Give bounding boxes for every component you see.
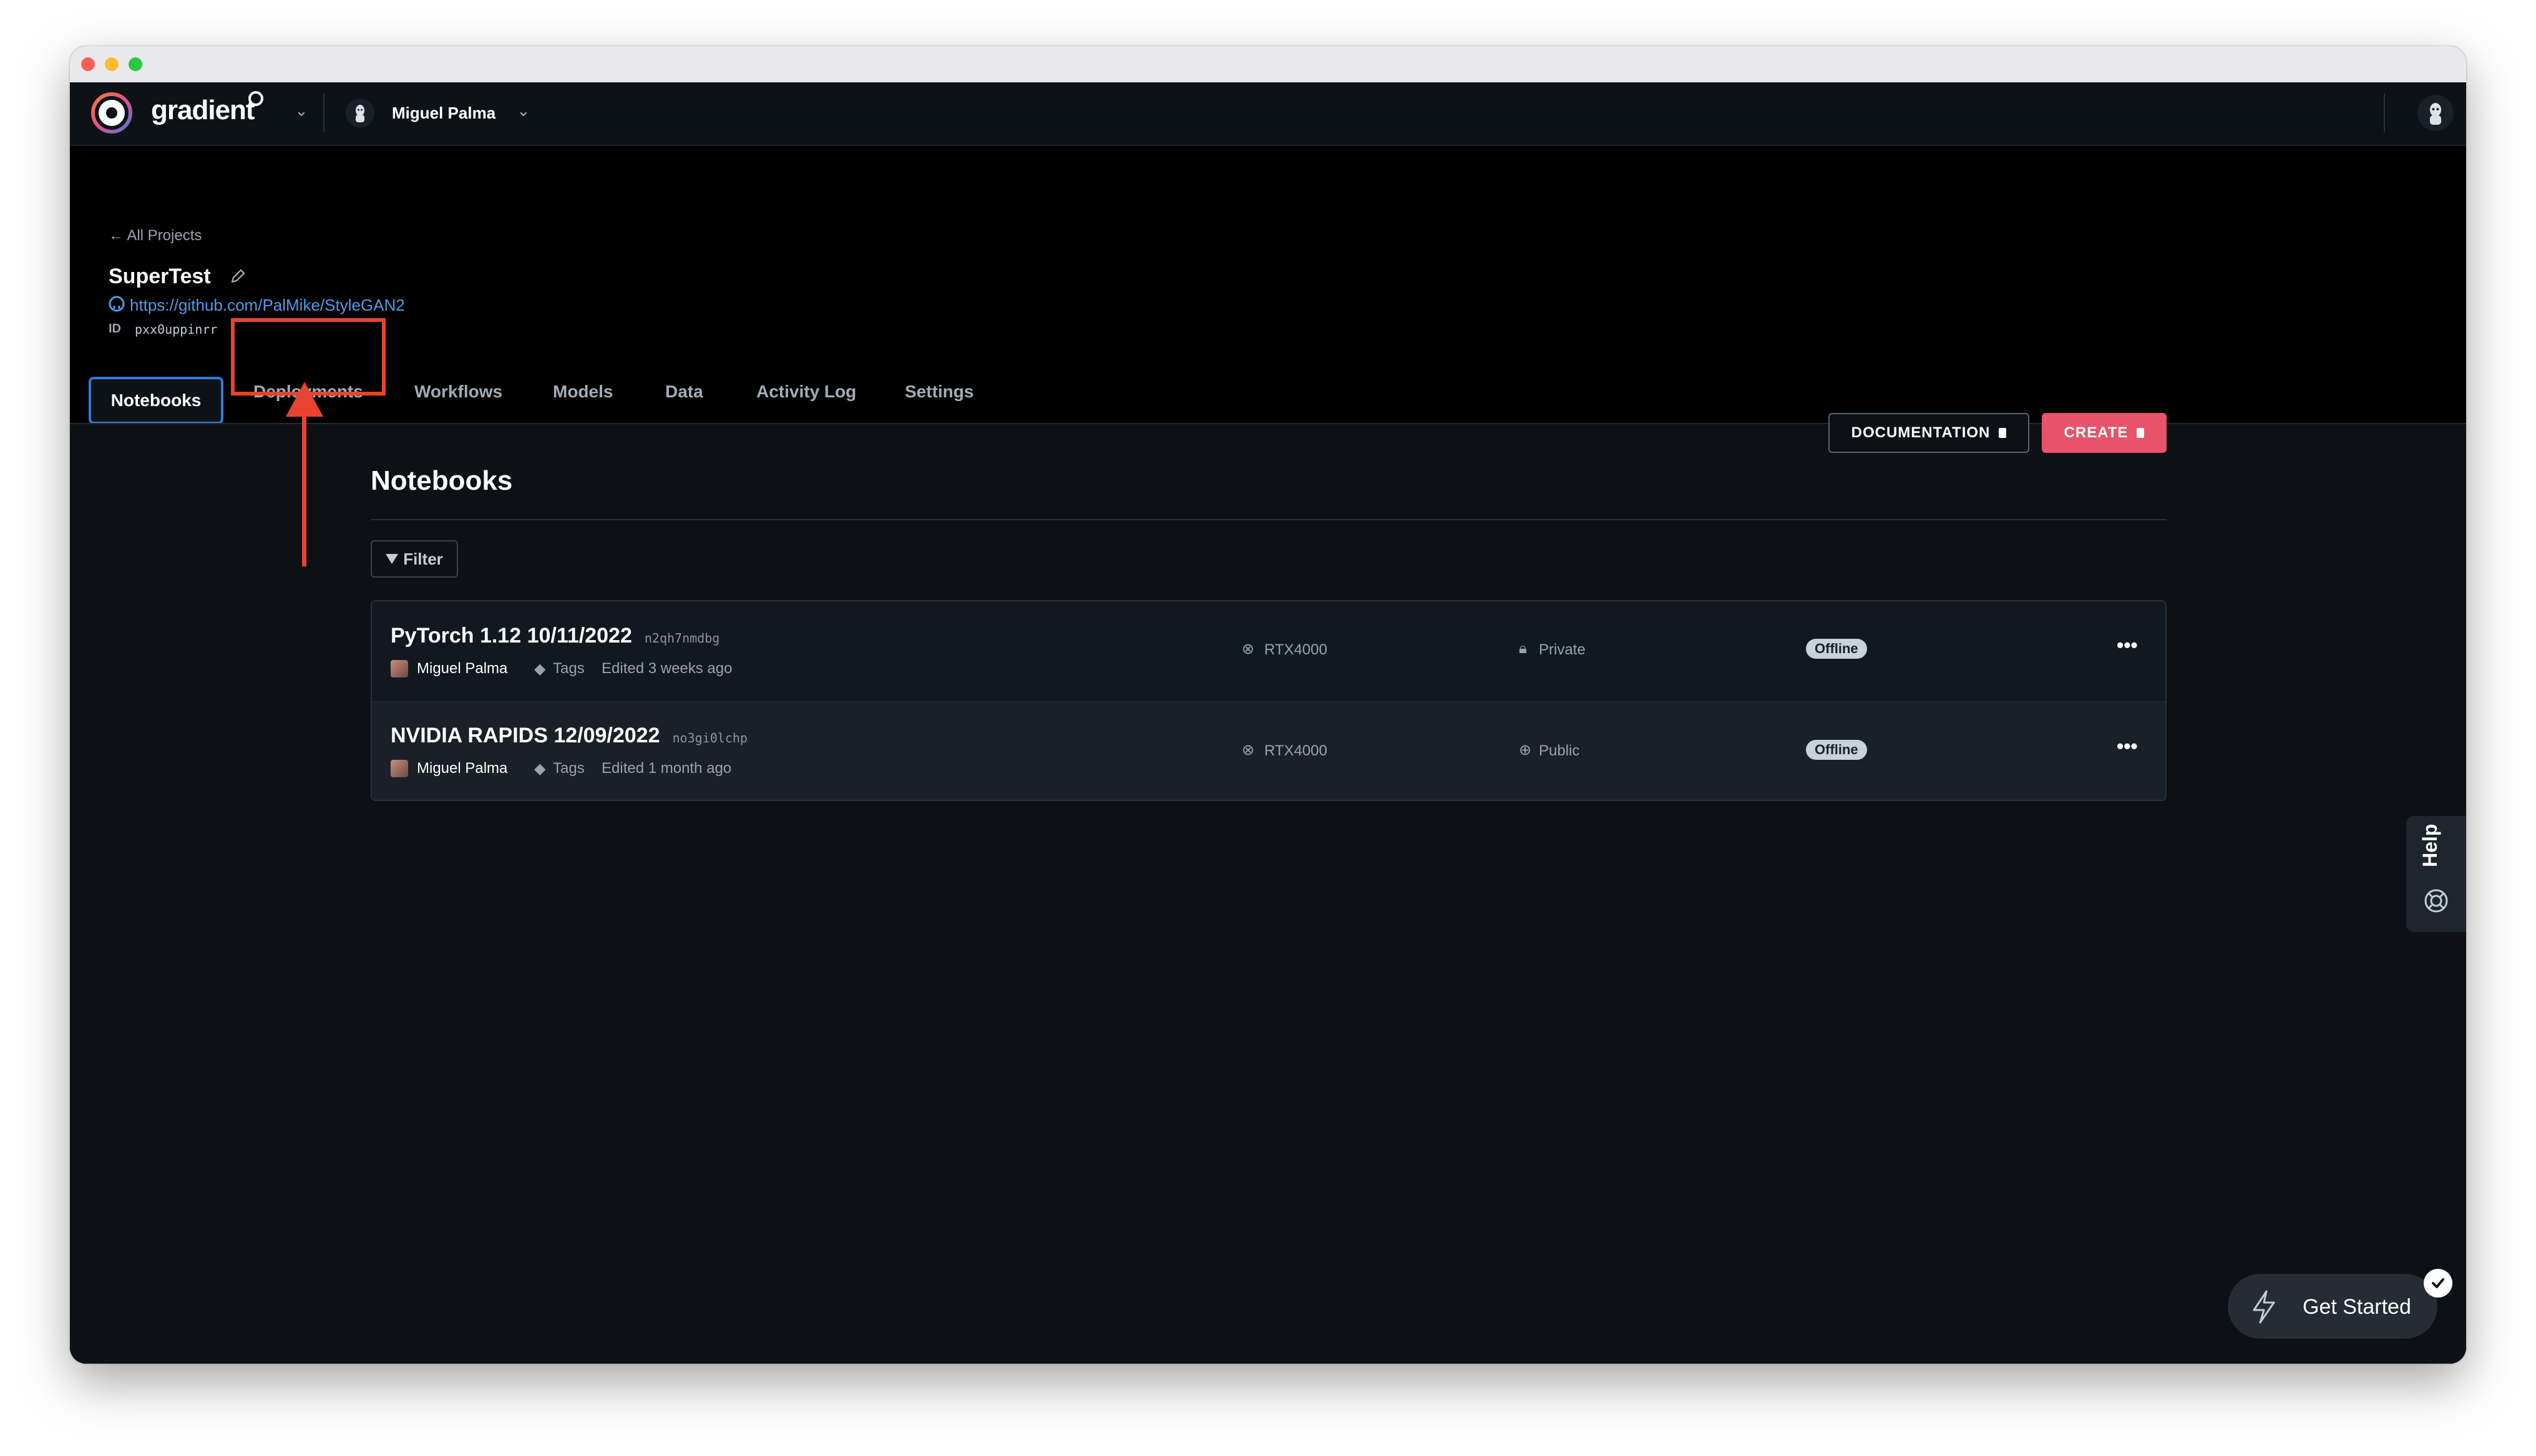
project-id-value: pxx0uppinrr [135,322,218,337]
get-started-button[interactable]: Get Started [2228,1274,2437,1339]
tab-data[interactable]: Data [665,382,703,402]
notebook-title[interactable]: PyTorch 1.12 10/11/2022 [391,624,632,648]
tab-models[interactable]: Models [553,382,613,402]
notebook-id: n2qh7nmdbg [644,631,720,646]
brand-name[interactable]: gradient [151,95,255,126]
documentation-label: DOCUMENTATION [1851,424,1991,441]
user-name[interactable]: Miguel Palma [392,104,495,123]
tag-icon[interactable]: ◆ [534,660,545,678]
notebook-row[interactable]: PyTorch 1.12 10/11/2022 n2qh7nmdbg Miguel… [371,600,2167,700]
profile-avatar[interactable] [2417,95,2454,131]
close-window-button[interactable] [81,57,95,71]
project-id-label: ID [109,322,121,336]
annotation-arrow-up-icon [286,382,323,417]
status-badge: Offline [1806,740,1867,760]
owner-name: Miguel Palma [417,760,508,777]
gradient-logo-icon[interactable] [90,91,134,135]
machine-type: RTX4000 [1264,641,1327,658]
github-url-link[interactable]: https://github.com/PalMike/StyleGAN2 [130,296,405,315]
owner-name: Miguel Palma [417,660,508,677]
globe-icon: ⊕ [1519,742,1532,759]
document-icon [1999,428,2007,438]
filter-button[interactable]: Filter [371,540,458,578]
user-avatar[interactable] [346,99,374,127]
user-chevron-down-icon[interactable]: ⌄ [517,101,530,120]
minimize-window-button[interactable] [105,57,119,71]
visibility-label: Private [1539,641,1586,658]
tab-workflows[interactable]: Workflows [414,382,502,402]
edited-time: Edited 3 weeks ago [602,660,733,677]
notebook-row[interactable]: NVIDIA RAPIDS 12/09/2022 no3gi0lchp Migue… [371,701,2167,801]
machine-type: RTX4000 [1264,742,1327,759]
create-button[interactable]: CREATE [2042,413,2167,453]
check-icon [2424,1269,2452,1298]
project-name: SuperTest [109,265,211,288]
edited-time: Edited 1 month ago [602,760,732,777]
annotation-arrow-shaft [302,415,306,566]
owner-avatar [391,660,408,677]
tab-activity-log[interactable]: Activity Log [756,382,856,402]
browser-window: gradient ⌄ Miguel Palma ⌄ ← All Projects… [70,46,2466,1364]
team-chevron-down-icon[interactable]: ⌄ [295,101,308,120]
title-divider [371,519,2167,520]
github-icon [109,296,125,312]
top-navigation: gradient ⌄ Miguel Palma ⌄ [70,82,2466,146]
nav-divider-right [2384,94,2385,132]
back-link-label: All Projects [127,227,202,244]
machine-icon: ⊗ [1242,742,1255,759]
status-badge: Offline [1806,639,1867,659]
owner-avatar [391,760,408,777]
help-label: Help [2419,823,2441,867]
notebook-title[interactable]: NVIDIA RAPIDS 12/09/2022 [391,724,660,747]
notebook-id: no3gi0lchp [672,730,748,745]
tab-notebooks[interactable]: Notebooks [89,377,223,424]
visibility-label: Public [1539,742,1580,759]
tags-label[interactable]: Tags [553,760,585,777]
page-title: Notebooks [371,465,513,496]
brand-mark-icon [248,91,263,106]
lifebuoy-icon [2422,887,2450,915]
maximize-window-button[interactable] [129,57,142,71]
document-icon [2137,428,2145,438]
main-content: Notebooks Filter PyTorch 1.12 10/11/2022… [70,424,2466,1364]
title-bar [70,46,2466,82]
machine-icon: ⊗ [1242,641,1255,658]
arrow-left-icon: ← [109,227,127,244]
create-label: CREATE [2064,424,2129,441]
back-link[interactable]: ← All Projects [109,227,202,245]
nav-divider [323,94,324,132]
filter-icon [386,554,399,564]
lightning-icon [2249,1289,2279,1325]
documentation-button[interactable]: DOCUMENTATION [1828,413,2029,453]
lock-icon: 🔒︎ [1519,640,1527,657]
more-options-icon[interactable]: ••• [2117,735,2138,758]
more-options-icon[interactable]: ••• [2117,634,2138,657]
get-started-label: Get Started [2303,1295,2411,1319]
tag-icon[interactable]: ◆ [534,760,545,778]
help-tab[interactable]: Help [2406,816,2466,932]
edit-pencil-icon[interactable] [227,266,248,287]
filter-label: Filter [403,549,443,568]
tags-label[interactable]: Tags [553,660,585,677]
tab-settings[interactable]: Settings [905,382,973,402]
